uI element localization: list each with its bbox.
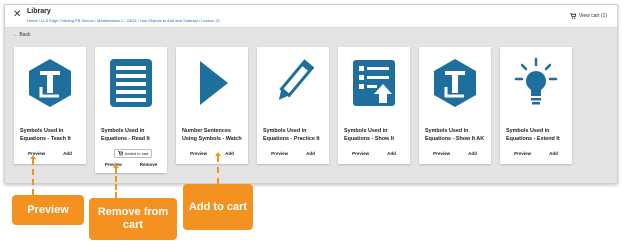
- library-pillar-icon: [29, 59, 71, 107]
- header-bar: ✕ Library Home / LLS Edge Training PB Sc…: [5, 5, 617, 28]
- add-button[interactable]: Add: [63, 151, 72, 156]
- add-button[interactable]: Add: [225, 151, 234, 156]
- add-to-cart-callout: Add to cart: [183, 184, 253, 230]
- view-cart-button[interactable]: View cart (1): [570, 13, 607, 19]
- resource-card[interactable]: Symbols Used in Equations - Show It AK P…: [419, 47, 491, 164]
- view-cart-label: View cart (1): [579, 13, 607, 19]
- play-icon: [200, 61, 228, 105]
- preview-button[interactable]: Preview: [271, 151, 288, 156]
- add-button[interactable]: Add: [549, 151, 558, 156]
- resource-card[interactable]: Number Sentences Using Symbols - Watch P…: [176, 47, 248, 164]
- resource-card[interactable]: Symbols Used in Equations - Show It Prev…: [338, 47, 410, 164]
- card-title: Symbols Used in Equations - Show It: [344, 128, 395, 142]
- lightbulb-icon: [514, 57, 558, 105]
- checklist-upload-icon: [353, 60, 395, 106]
- resource-card[interactable]: Symbols Used in Equations - Extend It Pr…: [500, 47, 572, 164]
- close-icon[interactable]: ✕: [13, 10, 21, 20]
- preview-button[interactable]: Preview: [352, 151, 369, 156]
- card-title: Symbols Used in Equations - Show It AK: [425, 128, 485, 142]
- library-window: ✕ Library Home / LLS Edge Training PB Sc…: [4, 4, 618, 184]
- added-to-cart-label: Added to cart: [124, 151, 149, 156]
- back-label: Back: [19, 32, 31, 38]
- cart-icon: [117, 151, 123, 156]
- preview-button[interactable]: Preview: [514, 151, 531, 156]
- breadcrumb[interactable]: Home / LLS Edge Training PB School / Mat…: [27, 18, 220, 23]
- callout-connector: [115, 168, 117, 198]
- card-title: Symbols Used in Equations - Practice It: [263, 128, 320, 142]
- preview-button[interactable]: Preview: [433, 151, 450, 156]
- card-title: Symbols Used in Equations - Read It: [101, 128, 150, 142]
- resource-card[interactable]: Symbols Used in Equations - Read It Adde…: [95, 47, 167, 173]
- card-title: Symbols Used in Equations - Teach It: [20, 128, 71, 142]
- page-title: Library: [27, 8, 51, 15]
- remove-from-cart-callout: Remove from cart: [89, 198, 177, 240]
- card-title: Number Sentences Using Symbols - Watch: [182, 128, 242, 142]
- added-to-cart-badge: Added to cart: [114, 149, 152, 158]
- back-button[interactable]: ← Back: [13, 32, 31, 38]
- library-pillar-icon: [434, 59, 476, 107]
- add-button[interactable]: Add: [387, 151, 396, 156]
- callout-connector: [217, 156, 219, 184]
- preview-callout: Preview: [12, 195, 84, 225]
- cart-icon: [570, 13, 577, 19]
- resource-card[interactable]: Symbols Used in Equations - Practice It …: [257, 47, 329, 164]
- add-button[interactable]: Add: [468, 151, 477, 156]
- card-title: Symbols Used in Equations - Extend It: [506, 128, 560, 142]
- document-lines-icon: [110, 59, 152, 107]
- callout-connector: [32, 159, 34, 195]
- remove-button[interactable]: Remove: [140, 162, 158, 167]
- resource-card[interactable]: Symbols Used in Equations - Teach It Pre…: [14, 47, 86, 164]
- preview-button[interactable]: Preview: [190, 151, 207, 156]
- pencil-icon: [278, 59, 315, 100]
- add-button[interactable]: Add: [306, 151, 315, 156]
